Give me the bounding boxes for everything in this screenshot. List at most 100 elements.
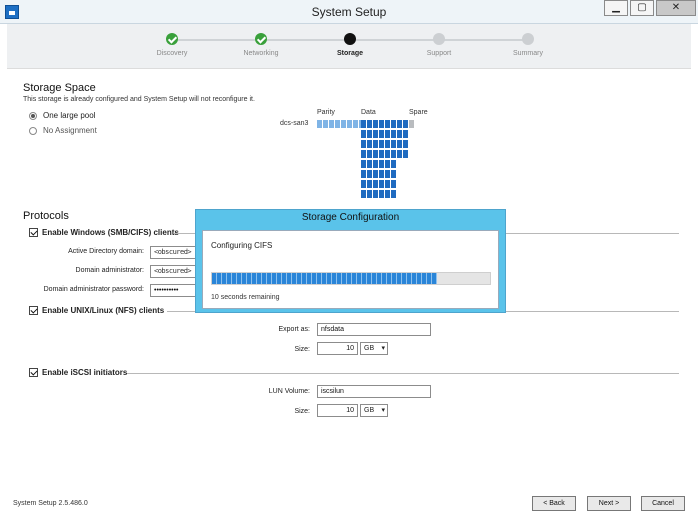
data-disk <box>379 190 384 198</box>
iscsi-size-unit-select[interactable]: GB ▾ <box>360 404 388 417</box>
nfs-size-unit-select[interactable]: GB ▾ <box>360 342 388 355</box>
data-disk <box>367 160 372 168</box>
smb-toggle[interactable]: Enable Windows (SMB/CIFS) clients <box>29 228 179 237</box>
option-label: One large pool <box>43 111 96 120</box>
data-disk <box>391 130 396 138</box>
data-disk <box>379 150 384 158</box>
data-disk <box>391 120 396 128</box>
data-disk <box>385 170 390 178</box>
data-disk <box>361 140 366 148</box>
data-disk <box>367 180 372 188</box>
storage-configuration-dialog: Storage Configuration Configuring CIFS 1… <box>195 209 506 313</box>
data-disk <box>403 150 408 158</box>
step-storage: Storage <box>305 33 395 57</box>
export-as-input[interactable]: nfsdata <box>317 323 431 336</box>
parity-disk <box>323 120 328 128</box>
data-disk <box>373 140 378 148</box>
nfs-size-input[interactable]: 10 <box>317 342 358 355</box>
select-value: GB <box>364 345 375 352</box>
data-disk <box>373 150 378 158</box>
parity-disk <box>317 120 322 128</box>
data-disk <box>403 130 408 138</box>
nfs-size-label: Size: <box>294 346 310 353</box>
export-as-label: Export as: <box>278 326 310 333</box>
iscsi-size-input[interactable]: 10 <box>317 404 358 417</box>
data-disk <box>361 190 366 198</box>
data-disk <box>373 180 378 188</box>
data-disk <box>361 160 366 168</box>
data-disk <box>361 170 366 178</box>
data-disk <box>367 130 372 138</box>
data-disk <box>397 140 402 148</box>
data-disk <box>397 130 402 138</box>
data-disk <box>403 140 408 148</box>
minimize-button[interactable]: ▁ <box>604 0 628 16</box>
data-disk <box>385 120 390 128</box>
data-disk <box>373 130 378 138</box>
step-label: Summary <box>513 50 543 57</box>
data-disk <box>367 170 372 178</box>
option-one-large-pool[interactable]: One large pool <box>29 111 95 120</box>
option-label: No Assignment <box>43 126 97 135</box>
iscsi-toggle[interactable]: Enable iSCSI initiators <box>29 368 127 377</box>
next-button[interactable]: Next > <box>587 496 631 511</box>
radio-button[interactable] <box>29 126 37 135</box>
lun-volume-label: LUN Volume: <box>268 388 310 395</box>
iscsi-label: Enable iSCSI initiators <box>42 368 128 377</box>
parity-header: Parity <box>317 109 335 116</box>
close-button[interactable]: ✕ <box>656 0 696 16</box>
step-complete-icon <box>166 33 178 45</box>
separator <box>127 373 679 374</box>
step-summary: Summary <box>483 33 573 57</box>
data-disk <box>361 120 366 128</box>
window-title: System Setup <box>311 5 387 19</box>
version-label: System Setup 2.5.486.0 <box>13 500 88 507</box>
parity-disk <box>335 120 340 128</box>
chevron-down-icon: ▾ <box>381 344 385 352</box>
data-disk <box>385 150 390 158</box>
data-disk <box>367 120 372 128</box>
device-name: dcs-san3 <box>280 120 309 127</box>
radio-button[interactable] <box>29 111 37 120</box>
data-disk <box>379 180 384 188</box>
data-disk <box>397 120 402 128</box>
spare-header: Spare <box>409 109 428 116</box>
data-disk <box>361 180 366 188</box>
data-disk <box>403 120 408 128</box>
data-disk <box>379 120 384 128</box>
title-bar: System Setup ▁ ▢ ✕ <box>0 0 698 24</box>
checkbox[interactable] <box>29 368 38 377</box>
checkbox[interactable] <box>29 228 38 237</box>
data-disk <box>373 170 378 178</box>
step-discovery: Discovery <box>127 33 217 57</box>
step-label: Networking <box>243 50 279 57</box>
storage-section-title: Storage Space <box>23 82 96 94</box>
progress-bar <box>211 272 491 285</box>
storage-note: This storage is already configured and S… <box>23 96 255 103</box>
data-disk <box>385 140 390 148</box>
window-controls: ▁ ▢ ✕ <box>604 0 696 18</box>
data-disk <box>379 170 384 178</box>
lun-volume-input[interactable]: iscsilun <box>317 385 431 398</box>
data-disk <box>391 150 396 158</box>
data-disk <box>385 130 390 138</box>
time-remaining: 10 seconds remaining <box>211 294 280 301</box>
data-disk <box>373 190 378 198</box>
step-pending-icon <box>522 33 534 45</box>
ad-domain-label: Active Directory domain: <box>68 248 144 255</box>
data-disk <box>373 160 378 168</box>
data-disk <box>385 180 390 188</box>
data-disk <box>385 160 390 168</box>
data-disk <box>391 140 396 148</box>
step-pending-icon <box>433 33 445 45</box>
nfs-label: Enable UNIX/Linux (NFS) clients <box>42 306 165 315</box>
data-disk <box>379 140 384 148</box>
back-button[interactable]: < Back <box>532 496 576 511</box>
option-no-assignment[interactable]: No Assignment <box>29 126 97 135</box>
nfs-toggle[interactable]: Enable UNIX/Linux (NFS) clients <box>29 306 164 315</box>
maximize-button[interactable]: ▢ <box>630 0 654 16</box>
domain-admin-label: Domain administrator: <box>75 267 144 274</box>
checkbox[interactable] <box>29 306 38 315</box>
data-disk <box>367 140 372 148</box>
cancel-button[interactable]: Cancel <box>641 496 685 511</box>
